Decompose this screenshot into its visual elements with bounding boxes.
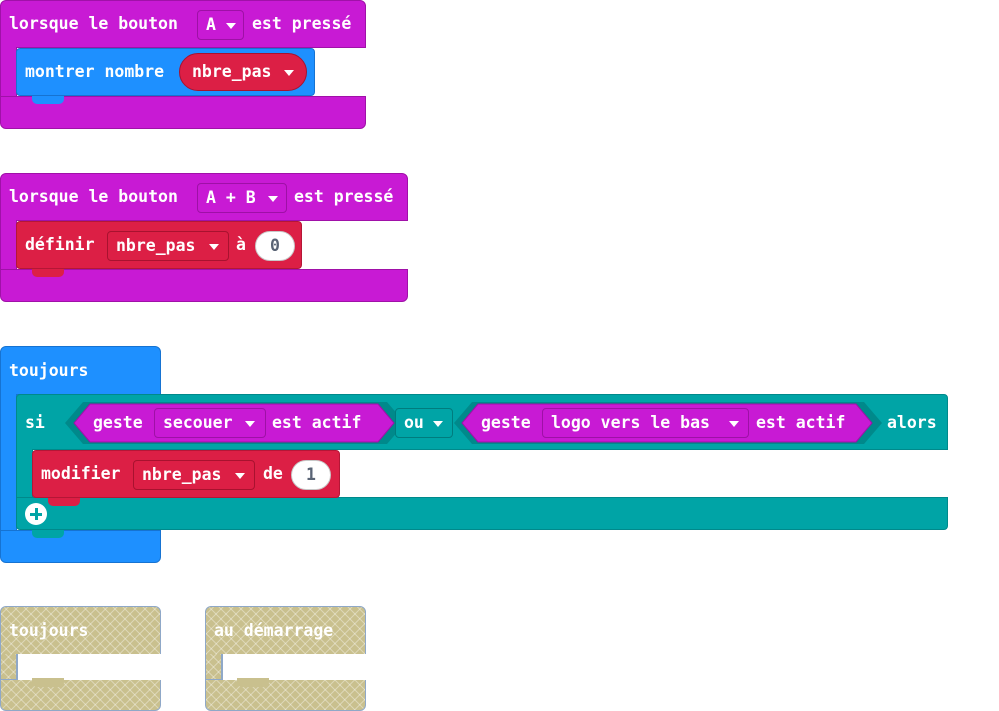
gesture-suffix-1: est actif	[272, 413, 362, 432]
to-label: à	[236, 235, 246, 254]
chevron-down-icon	[729, 421, 739, 427]
operator-dropdown-value: ou	[404, 413, 424, 432]
value-input[interactable]: 1	[291, 460, 331, 490]
forever-block[interactable]: toujours si geste secouer est actif ou g…	[0, 346, 948, 563]
gesture-prefix-1: geste	[93, 413, 143, 432]
hat-suffix-text: est pressé	[294, 187, 394, 206]
show-number-block[interactable]: montrer nombre nbre_pas	[16, 48, 315, 96]
c-arm-left	[0, 220, 17, 270]
show-number-label: montrer nombre	[25, 62, 165, 81]
disabled-forever-label: toujours	[9, 621, 89, 640]
set-label: définir	[25, 235, 95, 254]
if-arm-left	[16, 449, 33, 498]
block-notch	[32, 96, 64, 104]
slot-bump	[32, 678, 64, 687]
disabled-forever-header[interactable]: toujours	[0, 606, 161, 655]
chevron-down-icon	[433, 421, 443, 427]
variable-dropdown[interactable]: nbre_pas	[107, 231, 229, 261]
forever-label: toujours	[9, 361, 89, 380]
block-notch	[32, 530, 64, 538]
disabled-forever-bottom	[0, 679, 161, 711]
hat-prefix-text: lorsque le bouton	[9, 14, 178, 33]
forever-arm-bottom	[0, 530, 161, 563]
chevron-down-icon	[226, 23, 236, 29]
gesture-prefix-2: geste	[481, 413, 531, 432]
variable-dropdown-value: nbre_pas	[116, 236, 196, 255]
hat-header[interactable]: lorsque le bouton A est pressé	[0, 0, 366, 48]
if-block-header[interactable]: si geste secouer est actif ou geste logo…	[16, 394, 948, 450]
button-dropdown-value: A + B	[206, 188, 256, 207]
if-arm-bottom[interactable]	[16, 497, 948, 530]
variable-dropdown-value: nbre_pas	[142, 465, 222, 484]
on-button-pressed-block-ab[interactable]: lorsque le bouton A + B est pressé défin…	[0, 173, 408, 302]
button-dropdown[interactable]: A + B	[197, 183, 287, 213]
operator-dropdown[interactable]: ou	[395, 408, 453, 438]
c-arm-left	[0, 47, 17, 97]
add-else-icon[interactable]	[25, 503, 47, 525]
chevron-down-icon	[209, 244, 219, 250]
slot-notch	[17, 654, 162, 680]
forever-header[interactable]: toujours	[0, 346, 161, 395]
gesture-dropdown-1[interactable]: secouer	[154, 408, 266, 438]
chevron-down-icon	[268, 196, 278, 202]
gesture-dropdown-1-value: secouer	[163, 413, 233, 432]
hat-suffix-text: est pressé	[252, 14, 352, 33]
variable-pill[interactable]: nbre_pas	[179, 53, 307, 91]
disabled-on-start-label: au démarrage	[214, 621, 334, 640]
value-input[interactable]: 0	[255, 231, 295, 261]
disabled-on-start-header[interactable]: au démarrage	[205, 606, 366, 655]
variable-dropdown[interactable]: nbre_pas	[133, 460, 255, 490]
hat-prefix-text: lorsque le bouton	[9, 187, 178, 206]
by-label: de	[263, 464, 283, 483]
change-label: modifier	[41, 464, 121, 483]
disabled-on-start-arm	[205, 654, 222, 680]
then-label: alors	[887, 413, 937, 432]
gesture-suffix-2: est actif	[756, 413, 846, 432]
gesture-dropdown-2-value: logo vers le bas	[551, 413, 710, 432]
gesture-dropdown-2[interactable]: logo vers le bas	[542, 408, 749, 438]
slot-notch	[222, 654, 367, 680]
change-variable-block[interactable]: modifier nbre_pas de 1	[32, 450, 340, 498]
block-notch	[48, 498, 80, 506]
disabled-forever-arm	[0, 654, 17, 680]
button-dropdown-value: A	[206, 15, 216, 34]
variable-pill-value: nbre_pas	[192, 62, 272, 81]
slot-bump	[237, 678, 269, 687]
forever-arm-left	[0, 394, 17, 531]
chevron-down-icon	[245, 421, 255, 427]
button-dropdown[interactable]: A	[197, 10, 244, 40]
if-label: si	[25, 413, 45, 432]
chevron-down-icon	[284, 70, 294, 76]
block-notch	[32, 269, 64, 277]
set-variable-block[interactable]: définir nbre_pas à 0	[16, 221, 302, 269]
disabled-forever-block[interactable]: toujours	[0, 606, 162, 711]
hat-header[interactable]: lorsque le bouton A + B est pressé	[0, 173, 408, 221]
disabled-on-start-block[interactable]: au démarrage	[205, 606, 367, 711]
disabled-on-start-bottom	[205, 679, 366, 711]
chevron-down-icon	[235, 473, 245, 479]
on-button-pressed-block-a[interactable]: lorsque le bouton A est pressé montrer n…	[0, 0, 366, 129]
